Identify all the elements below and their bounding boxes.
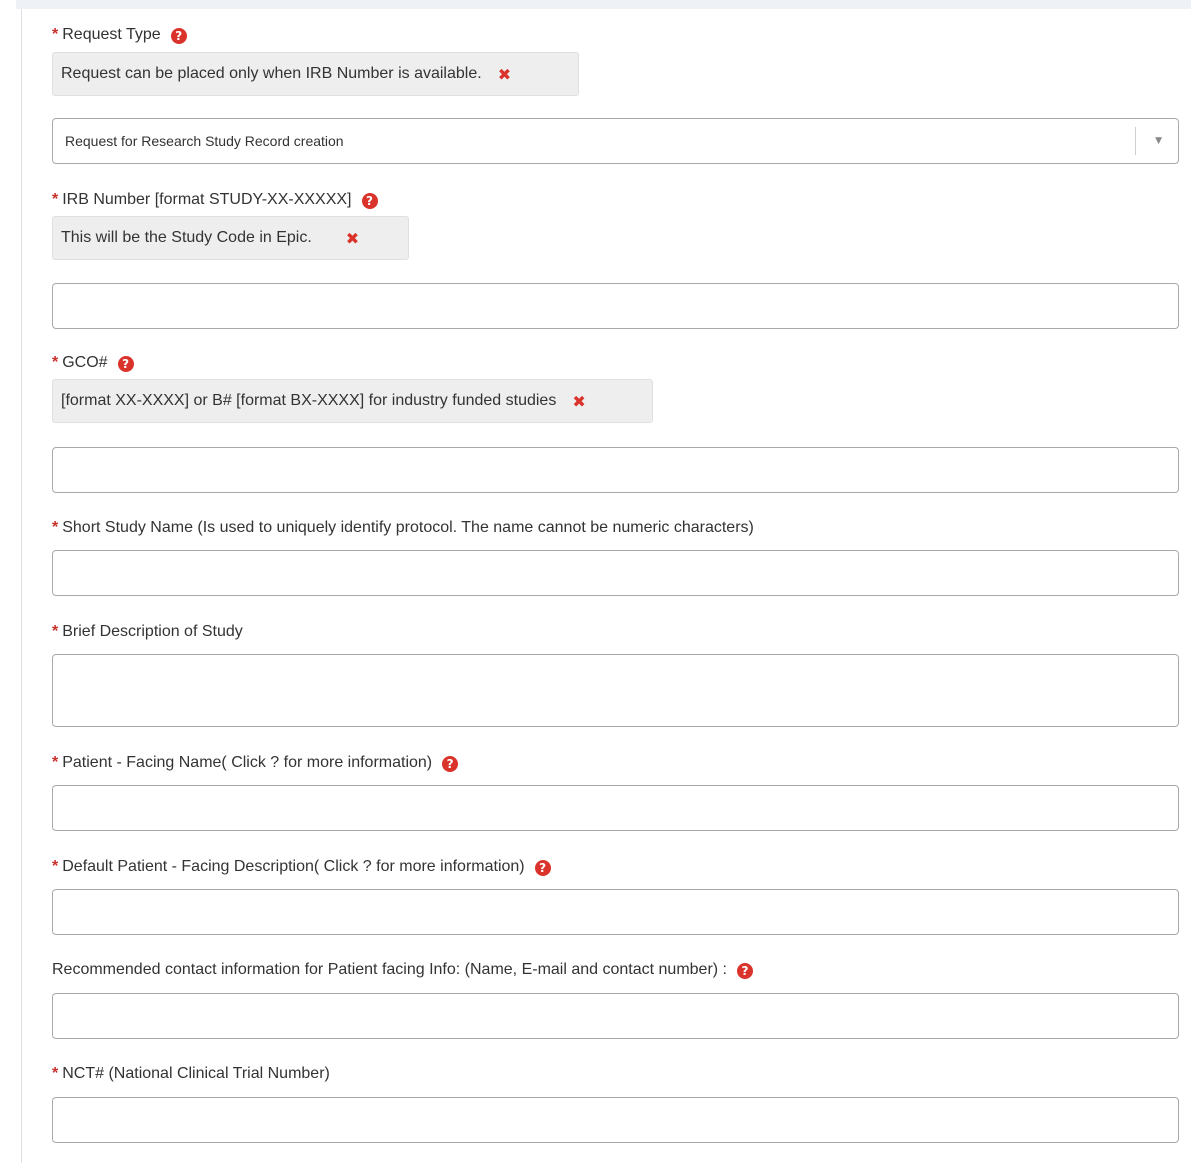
help-question-icon[interactable]: ? [117, 356, 134, 372]
required-marker: * [52, 1065, 59, 1082]
help-question-icon[interactable]: ? [361, 193, 378, 209]
required-marker: * [52, 623, 59, 640]
request-type-help-text: Request can be placed only when IRB Numb… [61, 65, 482, 82]
required-marker: * [52, 754, 59, 771]
contact-info-input[interactable] [52, 993, 1179, 1039]
required-marker: * [52, 858, 59, 875]
chevron-down-icon[interactable]: ▼ [1155, 119, 1162, 163]
nct-input[interactable] [52, 1097, 1179, 1143]
gco-input[interactable] [52, 447, 1179, 493]
required-marker: * [52, 26, 59, 43]
request-type-selected: Request for Research Study Record creati… [65, 133, 344, 149]
irb-help: This will be the Study Code in Epic. ✖ [52, 216, 409, 260]
brief-description-textarea[interactable] [52, 654, 1179, 727]
patient-facing-description-input[interactable] [52, 889, 1179, 935]
short-study-name-input[interactable] [52, 550, 1179, 596]
gco-label: * GCO#? [52, 353, 134, 373]
top-border [16, 0, 1191, 9]
request-type-select[interactable]: Request for Research Study Record creati… [52, 118, 1179, 164]
gco-help-text: [format XX-XXXX] or B# [format BX-XXXX] … [61, 392, 557, 409]
nct-label: * NCT# (National Clinical Trial Number) [52, 1065, 330, 1082]
irb-label: * IRB Number [format STUDY-XX-XXXXX]? [52, 190, 378, 210]
required-marker: * [52, 191, 59, 208]
select-divider [1135, 127, 1136, 155]
close-icon[interactable]: ✖ [498, 65, 511, 84]
close-icon[interactable]: ✖ [346, 229, 359, 248]
gco-help: [format XX-XXXX] or B# [format BX-XXXX] … [52, 379, 653, 423]
close-icon[interactable]: ✖ [572, 392, 585, 411]
help-question-icon[interactable]: ? [170, 28, 187, 44]
left-border [21, 9, 22, 1163]
help-question-icon[interactable]: ? [442, 756, 459, 772]
patient-facing-name-input[interactable] [52, 785, 1179, 831]
required-marker: * [52, 519, 59, 536]
short-study-name-label: * Short Study Name (Is used to uniquely i… [52, 519, 754, 536]
contact-info-label: Recommended contact information for Pati… [52, 960, 753, 980]
brief-description-label: * Brief Description of Study [52, 623, 243, 640]
help-question-icon[interactable]: ? [736, 963, 753, 979]
request-type-label: * Request Type? [52, 25, 187, 45]
request-type-help: Request can be placed only when IRB Numb… [52, 52, 579, 96]
patient-facing-name-label: * Patient - Facing Name( Click ? for more… [52, 753, 459, 773]
irb-number-input[interactable] [52, 283, 1179, 329]
patient-facing-description-label: * Default Patient - Facing Description( C… [52, 857, 551, 877]
required-marker: * [52, 354, 59, 371]
irb-help-text: This will be the Study Code in Epic. [61, 229, 312, 246]
help-question-icon[interactable]: ? [534, 860, 551, 876]
